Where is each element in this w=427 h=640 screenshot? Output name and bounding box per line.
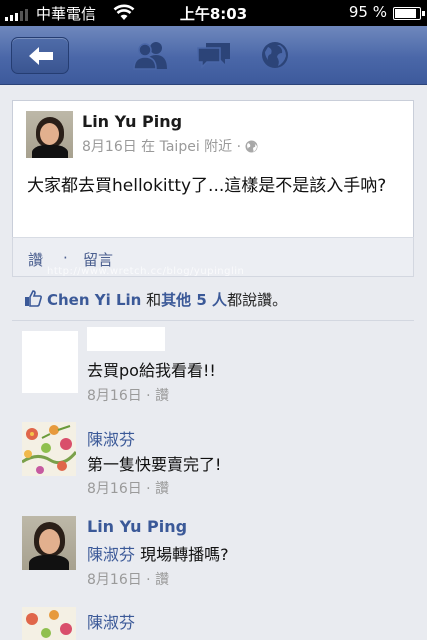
comment-text: 第一隻快要賣完了!: [87, 455, 222, 474]
avatar[interactable]: [22, 331, 78, 393]
post-timestamp: 8月16日 在 Taipei 附近 ·: [82, 139, 242, 155]
avatar[interactable]: [22, 422, 76, 476]
friend-requests-icon[interactable]: [133, 40, 169, 70]
globe-icon: [245, 140, 258, 152]
likes-others-link[interactable]: 其他 5 人: [161, 291, 227, 309]
comment-author-name[interactable]: 陳淑芬: [87, 609, 135, 633]
action-separator: ·: [63, 249, 68, 267]
battery-icon: [393, 7, 425, 20]
comment-meta[interactable]: 8月16日 · 讚: [87, 385, 169, 405]
liker-name[interactable]: Chen Yi Lin: [47, 291, 141, 309]
likes-summary[interactable]: Chen Yi Lin 和其他 5 人都說讚。: [12, 277, 414, 321]
like-button[interactable]: 讚: [28, 249, 43, 270]
thumbs-up-icon: [25, 290, 42, 307]
comment-author-name[interactable]: 陳淑芬: [87, 426, 135, 450]
comment-item: 陳淑芬: [12, 597, 414, 640]
comment-text: 去買po給我看看!!: [87, 361, 216, 380]
post-text: 大家都去買hellokitty了...這樣是不是該入手吶?: [27, 176, 387, 196]
comment-author-name[interactable]: Lin Yu Ping: [87, 517, 187, 536]
back-button[interactable]: [11, 37, 69, 74]
watermark: http://www.wretch.cc/blog/yupinglin: [47, 266, 245, 277]
comment-item: 去買po給我看看!! 8月16日 · 讚: [12, 321, 414, 407]
battery-percent: 95 %: [348, 3, 387, 21]
likes-connector: 和: [146, 291, 162, 309]
comment-meta[interactable]: 8月16日 · 讚: [87, 478, 169, 498]
likes-text: Chen Yi Lin 和其他 5 人都說讚。: [47, 289, 287, 310]
comment-author-name[interactable]: [87, 327, 165, 351]
messages-icon[interactable]: [196, 40, 232, 70]
post-card: Lin Yu Ping 8月16日 在 Taipei 附近 · 大家都去買hel…: [12, 100, 414, 237]
post-author-name[interactable]: Lin Yu Ping: [82, 112, 182, 131]
post-meta: 8月16日 在 Taipei 附近 ·: [82, 136, 258, 156]
avatar[interactable]: [22, 607, 76, 640]
avatar[interactable]: [26, 111, 73, 158]
back-arrow-icon: [29, 47, 53, 65]
likes-suffix: 都說讚。: [227, 291, 288, 309]
mentioned-user-link[interactable]: 陳淑芬: [87, 545, 135, 564]
status-bar: 中華電信 上午8:03 95 %: [0, 0, 427, 26]
nav-bar: [0, 26, 427, 85]
comment-text: 陳淑芬 現場轉播嗎?: [87, 541, 229, 565]
comment-meta[interactable]: 8月16日 · 讚: [87, 569, 169, 589]
comment-item: 陳淑芬 第一隻快要賣完了! 8月16日 · 讚: [12, 407, 414, 501]
notifications-globe-icon[interactable]: [259, 40, 291, 70]
avatar[interactable]: [22, 516, 76, 570]
comment-item: Lin Yu Ping 陳淑芬 現場轉播嗎? 8月16日 · 讚: [12, 501, 414, 597]
comment-body: 現場轉播嗎?: [140, 545, 229, 564]
